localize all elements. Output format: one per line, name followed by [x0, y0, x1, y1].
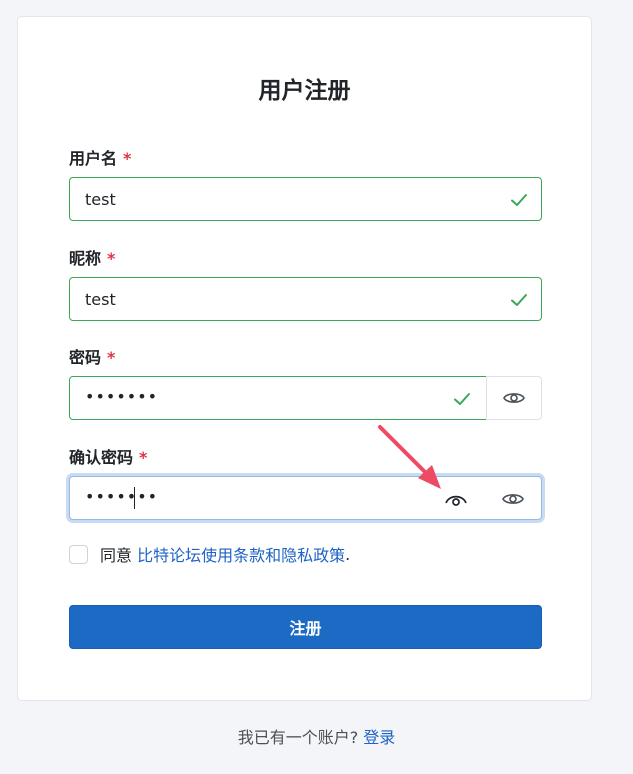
page-title: 用户注册 [258, 78, 351, 104]
check-icon [511, 194, 527, 206]
agree-suffix: . [345, 544, 351, 564]
eye-icon [502, 494, 524, 504]
confirm-password-value: ••••••• [85, 487, 159, 506]
eye-icon [503, 393, 525, 403]
password-value: ••••••• [85, 387, 159, 406]
show-confirm-password-button[interactable] [501, 487, 525, 511]
username-value: test [85, 190, 116, 209]
toggle-visibility-button[interactable] [444, 487, 468, 511]
password-label: 密码 * [69, 344, 115, 368]
username-label: 用户名 * [69, 145, 131, 169]
nickname-label: 昵称 * [69, 245, 115, 269]
agree-prefix: 同意 [100, 546, 133, 565]
confirm-password-field[interactable]: ••••••• [69, 476, 542, 520]
required-mark: * [107, 348, 116, 367]
footer-text: 我已有一个账户? [237, 728, 359, 747]
required-mark: * [107, 249, 116, 268]
confirm-password-label: 确认密码 * [69, 444, 147, 468]
check-icon [454, 393, 470, 405]
text-caret [134, 487, 135, 509]
check-icon [511, 294, 527, 306]
nickname-value: test [85, 290, 116, 309]
login-link[interactable]: 登录 [363, 728, 395, 747]
agree-checkbox[interactable] [69, 544, 88, 564]
nickname-field[interactable]: test [69, 277, 542, 321]
required-mark: * [139, 448, 148, 467]
username-label-text: 用户名 [69, 149, 118, 168]
register-card: 用户注册 用户名 * test 昵称 * test 密码 * ••••••• 确… [17, 16, 592, 701]
password-group: ••••••• [69, 376, 542, 420]
agree-row: 同意 比特论坛使用条款和隐私政策. [69, 543, 350, 565]
eye-closed-icon [445, 495, 467, 506]
username-field[interactable]: test [69, 177, 542, 221]
show-password-button[interactable] [486, 376, 542, 420]
nickname-label-text: 昵称 [69, 249, 102, 268]
password-label-text: 密码 [69, 348, 102, 367]
confirm-password-label-text: 确认密码 [69, 448, 134, 467]
password-field[interactable]: ••••••• [69, 376, 487, 420]
required-mark: * [123, 149, 132, 168]
footer: 我已有一个账户? 登录 [0, 724, 633, 748]
terms-link[interactable]: 比特论坛使用条款和隐私政策 [137, 542, 345, 566]
register-button[interactable]: 注册 [69, 605, 542, 649]
